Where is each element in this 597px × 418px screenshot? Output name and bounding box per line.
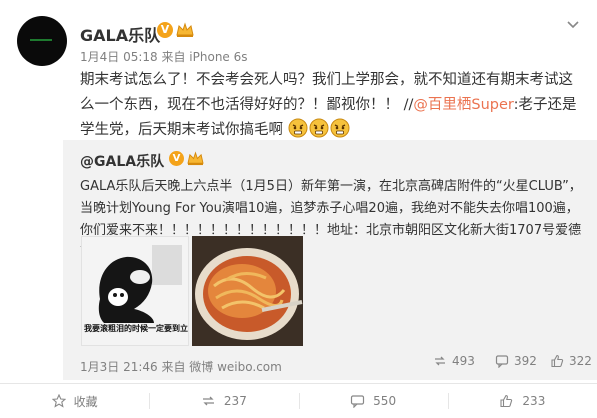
repost-button[interactable]: 237 [149,384,298,418]
author-name[interactable]: GALA乐队 [80,22,160,46]
image-caption: 我要滚粗泪的时候一定要到立 [84,324,188,333]
action-bar: 收藏 237 550 233 [0,384,597,418]
comment-icon [495,355,509,368]
retweet-image-1[interactable]: 我要滚粗泪的时候一定要到立 [81,236,189,346]
retweet-like-action[interactable]: 322 [550,354,592,368]
repost-icon [202,396,214,406]
retweet-likes-count: 322 [569,354,592,368]
verified-v-icon: V [157,22,173,38]
comment-button[interactable]: 550 [298,384,448,418]
repost-icon [435,356,445,366]
favorite-button[interactable]: 收藏 [0,384,149,418]
like-button[interactable]: 233 [447,384,597,418]
like-icon [551,354,564,368]
avatar-logo-mark [30,39,52,41]
repost-count: 237 [223,394,247,408]
angry-emoji-icon [330,118,350,138]
noodle-bowl-image [192,236,303,346]
favorite-label: 收藏 [73,394,98,409]
retweet-box: @GALA乐队 V GALA乐队后天晚上六点半（1月5日）新年第一演，在北京高碑… [63,140,597,380]
angry-emoji-icon [288,118,308,138]
comment-count: 550 [373,394,397,408]
post-text: 期末考试怎么了！不会考会死人吗？我们上学那会，就不知道还有期末考试这么一个东西，… [80,68,580,143]
mention-link[interactable]: @百里栖Super [413,97,513,113]
post-meta: 1月4日 05:18 来自 iPhone 6s [80,50,248,64]
crown-badge-icon [187,151,204,166]
star-icon [51,394,66,408]
retweet-repost-action[interactable]: 493 [433,354,475,368]
retweet-meta: 1月3日 21:46 来自 微博 weibo.com [80,360,282,374]
retweet-comments-count: 392 [514,354,537,368]
verified-v-icon: V [169,151,184,166]
avatar[interactable] [17,16,67,66]
like-icon [500,394,513,408]
retweet-image-2[interactable] [192,236,303,346]
comment-icon [351,395,365,408]
retweet-author[interactable]: @GALA乐队 [80,151,164,171]
angry-emoji-icon [309,118,329,138]
retweet-comment-action[interactable]: 392 [495,354,537,368]
chevron-down-icon[interactable] [565,16,581,32]
retweet-reposts-count: 493 [452,354,475,368]
crown-badge-icon [176,22,194,37]
like-count: 233 [522,394,546,408]
